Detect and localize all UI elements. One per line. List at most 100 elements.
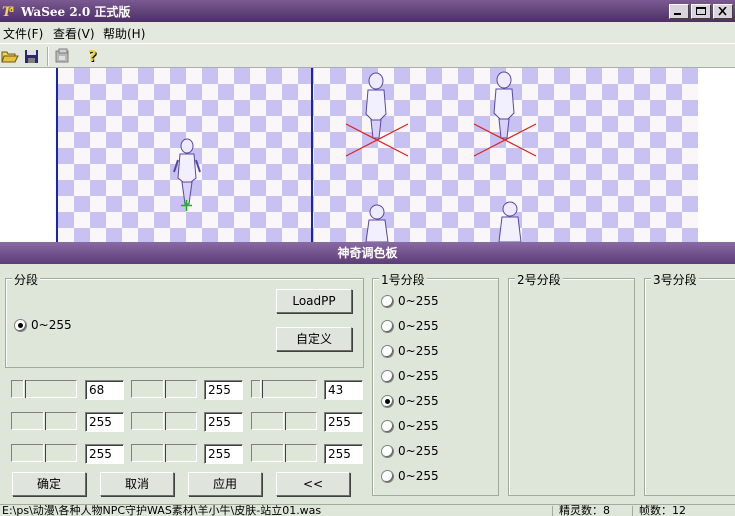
- help-icon: ? ?: [88, 47, 98, 66]
- svg-text:?: ?: [88, 47, 97, 65]
- segment1-radio[interactable]: [381, 420, 394, 433]
- red-slider-1[interactable]: [11, 380, 77, 398]
- segment1-group-label: 1号分段: [379, 271, 427, 288]
- maximize-button[interactable]: [691, 4, 711, 19]
- close-icon: [718, 7, 727, 16]
- loadpp-button[interactable]: LoadPP: [276, 289, 352, 313]
- segment1-radio-label: 0~255: [398, 444, 439, 458]
- menu-help[interactable]: 帮助(H): [103, 25, 145, 42]
- blue-slider-1[interactable]: [251, 380, 317, 398]
- collapse-button[interactable]: <<: [276, 472, 350, 496]
- status-file-path: E:\ps\动漫\各种人物NPC守护WAS素材\羊小牛\皮肤-站立01.was: [2, 504, 322, 516]
- status-frame-count: 帧数：12: [639, 504, 686, 516]
- segment1-radio-label: 0~255: [398, 369, 439, 383]
- segment1-radio-label: 0~255: [398, 419, 439, 433]
- toolbar: ? ?: [0, 43, 735, 68]
- maximize-icon: [696, 7, 706, 15]
- minimize-icon: [674, 13, 681, 15]
- help-button[interactable]: ? ?: [84, 47, 104, 66]
- palette-panel: 分段 0~255 LoadPP 自定义 68 255 43 255 255 25…: [0, 264, 735, 504]
- segment1-radio-label: 0~255: [398, 469, 439, 483]
- segment-radio[interactable]: [14, 319, 27, 332]
- segment1-radio[interactable]: [381, 470, 394, 483]
- segment1-radio[interactable]: [381, 370, 394, 383]
- sprite-figure: [365, 204, 389, 242]
- green-value-3[interactable]: 255: [204, 444, 243, 464]
- ok-button[interactable]: 确定: [12, 472, 86, 496]
- anchor-marker-icon: [181, 200, 192, 211]
- frame-divider-left: [56, 68, 58, 242]
- toolbar-separator: [47, 47, 49, 66]
- segment1-radio[interactable]: [381, 320, 394, 333]
- menu-file[interactable]: 文件(F): [3, 25, 43, 42]
- segment1-radio[interactable]: [381, 295, 394, 308]
- segment1-radio-label: 0~255: [398, 394, 439, 408]
- invalid-frame-cross-icon: [473, 123, 537, 157]
- app-icon: T d: [2, 5, 14, 19]
- palette-panel-title: 神奇调色板: [0, 242, 735, 264]
- segment1-group: 1号分段 0~255 0~255 0~255 0~255 0~255 0~255 0~255…: [372, 271, 499, 496]
- blue-value-3[interactable]: 255: [324, 444, 363, 464]
- blue-value-2[interactable]: 255: [324, 412, 363, 432]
- red-value-3[interactable]: 255: [85, 444, 124, 464]
- segment3-group-label: 3号分段: [651, 271, 699, 288]
- close-button[interactable]: [713, 4, 733, 19]
- slider-thumb[interactable]: [43, 412, 46, 430]
- red-slider-2[interactable]: [11, 412, 77, 430]
- custom-button[interactable]: 自定义: [276, 327, 352, 351]
- status-divider: [552, 506, 553, 516]
- blue-slider-2[interactable]: [251, 412, 317, 430]
- red-value-2[interactable]: 255: [85, 412, 124, 432]
- minimize-button[interactable]: [669, 4, 689, 19]
- invalid-frame-cross-icon: [345, 123, 409, 157]
- slider-thumb[interactable]: [260, 380, 263, 398]
- red-value-1[interactable]: 68: [85, 380, 124, 400]
- green-slider-1[interactable]: [131, 380, 197, 398]
- open-folder-icon: [1, 51, 19, 63]
- menu-view[interactable]: 查看(V): [53, 25, 95, 42]
- export-icon: [55, 48, 69, 63]
- blue-slider-3[interactable]: [251, 444, 317, 462]
- svg-text:d: d: [9, 6, 14, 14]
- green-value-2[interactable]: 255: [204, 412, 243, 432]
- sprite-viewport[interactable]: [0, 68, 735, 242]
- slider-thumb[interactable]: [163, 444, 166, 462]
- segment1-radio-label: 0~255: [398, 319, 439, 333]
- slider-thumb[interactable]: [163, 412, 166, 430]
- apply-button[interactable]: 应用: [188, 472, 262, 496]
- status-sprite-count: 精灵数：8: [559, 504, 610, 516]
- segment1-radio[interactable]: [381, 345, 394, 358]
- blue-value-1[interactable]: 43: [324, 380, 363, 400]
- save-button[interactable]: [22, 47, 42, 66]
- slider-thumb[interactable]: [43, 444, 46, 462]
- status-bar: E:\ps\动漫\各种人物NPC守护WAS素材\羊小牛\皮肤-站立01.was …: [0, 504, 735, 516]
- red-slider-3[interactable]: [11, 444, 77, 462]
- menu-bar: 文件(F) 查看(V) 帮助(H): [0, 22, 735, 43]
- cancel-button[interactable]: 取消: [100, 472, 174, 496]
- green-value-1[interactable]: 255: [204, 380, 243, 400]
- slider-thumb[interactable]: [23, 380, 26, 398]
- segment1-radio[interactable]: [381, 395, 394, 408]
- status-divider: [632, 506, 633, 516]
- window-title: WaSee 2.0 正式版: [21, 5, 131, 19]
- segment1-radio-label: 0~255: [398, 344, 439, 358]
- segment1-radio-label: 0~255: [398, 294, 439, 308]
- segments-group: 分段 0~255 LoadPP 自定义: [5, 271, 364, 368]
- segment2-group-label: 2号分段: [515, 271, 563, 288]
- open-button[interactable]: [0, 47, 20, 66]
- segment-radio-label: 0~255: [31, 318, 72, 332]
- segments-group-label: 分段: [12, 271, 41, 288]
- frame-divider-mid: [311, 68, 313, 242]
- export-button[interactable]: [53, 47, 73, 66]
- segment3-group: 3号分段: [644, 271, 735, 496]
- save-icon: [25, 50, 38, 63]
- green-slider-3[interactable]: [131, 444, 197, 462]
- segment1-radio[interactable]: [381, 445, 394, 458]
- green-slider-2[interactable]: [131, 412, 197, 430]
- title-bar: T d WaSee 2.0 正式版: [0, 0, 735, 22]
- sprite-figure: [498, 201, 522, 242]
- slider-thumb[interactable]: [283, 444, 286, 462]
- segment2-group: 2号分段: [508, 271, 635, 496]
- slider-thumb[interactable]: [163, 380, 166, 398]
- slider-thumb[interactable]: [283, 412, 286, 430]
